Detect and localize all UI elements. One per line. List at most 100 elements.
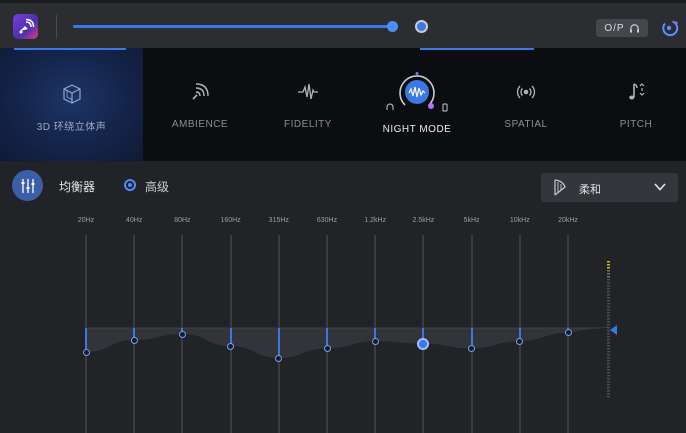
eq-slider-thumb[interactable]: [227, 342, 235, 350]
meter-segment: [607, 285, 610, 287]
meter-segment: [607, 288, 610, 290]
eq-slider-thumb[interactable]: [130, 336, 138, 344]
meter-segment: [607, 342, 610, 344]
meter-segment: [607, 261, 610, 263]
meter-segment: [607, 279, 610, 281]
volume-slider-track[interactable]: [73, 25, 393, 28]
meter-segment: [607, 291, 610, 293]
meter-segment: [607, 369, 610, 371]
tab-3d-surround[interactable]: 3D 环绕立体声: [0, 48, 143, 161]
meter-segment: [607, 267, 610, 269]
eq-freq-label: 5kHz: [463, 217, 480, 224]
eq-freq-label: 20kHz: [558, 217, 578, 224]
meter-segment: [607, 384, 610, 386]
level-marker-icon[interactable]: [610, 325, 617, 335]
volume-max-indicator: [415, 20, 428, 33]
waveform-icon: [298, 83, 318, 100]
eq-freq-label: 315Hz: [268, 217, 289, 224]
meter-segment: [607, 282, 610, 284]
cube-icon: [62, 84, 81, 104]
meter-segment: [607, 321, 610, 323]
eq-slider-thumb[interactable]: [82, 348, 90, 356]
output-button[interactable]: O/P: [596, 19, 648, 37]
eq-slider-thumb[interactable]: [178, 330, 186, 338]
eq-slider-thumb[interactable]: [417, 337, 430, 350]
meter-segment: [607, 273, 610, 275]
tab-night-mode[interactable]: NIGHT MODE: [367, 48, 467, 161]
meter-segment: [607, 300, 610, 302]
tab-night-mode-label: NIGHT MODE: [382, 124, 452, 135]
meter-segment: [607, 351, 610, 353]
preset-value: 柔和: [579, 184, 601, 196]
ambience-icon: [192, 83, 209, 100]
tab-3d-label: 3D 环绕立体声: [36, 122, 107, 133]
tab-spatial-label: SPATIAL: [504, 119, 548, 130]
output-button-label: O/P: [604, 22, 625, 34]
meter-segment: [607, 339, 610, 341]
power-icon[interactable]: [660, 18, 680, 38]
meter-segment: [607, 363, 610, 365]
eq-freq-label: 10kHz: [509, 217, 530, 224]
meter-segment: [607, 264, 610, 266]
meter-segment: [607, 390, 610, 392]
meter-segment: [607, 306, 610, 308]
meter-segment: [607, 294, 610, 296]
eq-freq-label: 630Hz: [316, 217, 338, 224]
meter-segment: [607, 366, 610, 368]
meter-segment: [607, 309, 610, 311]
harp-icon: [554, 179, 566, 196]
meter-segment: [607, 396, 610, 398]
tab-3d-indicator: [14, 48, 126, 50]
eq-freq-label: 160Hz: [220, 217, 241, 224]
speaker-wave-logo-icon[interactable]: [13, 14, 38, 39]
equalizer-toggle-button[interactable]: [12, 170, 43, 201]
tab-pitch[interactable]: PITCH: [586, 48, 686, 161]
meter-segment: [607, 276, 610, 278]
eq-slider-thumb[interactable]: [468, 344, 476, 352]
meter-segment: [607, 375, 610, 377]
eq-response-curve: [86, 326, 608, 358]
preset-dropdown[interactable]: 柔和: [541, 173, 678, 202]
eq-curve-area: [86, 326, 608, 358]
chevron-down-icon: [654, 183, 666, 191]
eq-freq-label: 20Hz: [77, 217, 95, 224]
tab-spatial[interactable]: SPATIAL: [476, 48, 576, 161]
meter-segment: [607, 303, 610, 305]
pitch-icon: [629, 83, 645, 100]
headphones-icon: [629, 23, 639, 33]
advanced-label[interactable]: 高级: [145, 178, 169, 195]
meter-segment: [607, 348, 610, 350]
meter-segment: [607, 393, 610, 395]
meter-segment: [607, 297, 610, 299]
tab-ambience-label: AMBIENCE: [171, 119, 229, 130]
meter-segment: [607, 387, 610, 389]
meter-segment: [607, 357, 610, 359]
meter-segment: [607, 318, 610, 320]
night-mode-dial-icon: [386, 72, 448, 112]
meter-segment: [607, 381, 610, 383]
effects-row: 3D 环绕立体声 AMBIENCE FIDELITY NIGHT MODE SP…: [0, 48, 686, 161]
meter-segment: [607, 270, 610, 272]
eq-slider-thumb[interactable]: [275, 354, 283, 362]
volume-slider-thumb[interactable]: [387, 21, 398, 32]
equalizer-graph: 20Hz 40Hz 80Hz 160Hz 315Hz 630Hz 1.2kHz 2.5kHz 5…: [0, 211, 686, 433]
tab-ambience[interactable]: AMBIENCE: [150, 48, 250, 161]
eq-freq-label: 80Hz: [174, 217, 191, 224]
advanced-radio[interactable]: [124, 179, 136, 191]
eq-slider-thumb[interactable]: [564, 329, 572, 337]
tab-fidelity-label: FIDELITY: [284, 119, 332, 130]
eq-slider-thumb[interactable]: [516, 337, 524, 345]
meter-segment: [607, 378, 610, 380]
tab-pitch-label: PITCH: [619, 119, 653, 130]
meter-segment: [607, 312, 610, 314]
eq-freq-label: 2.5kHz: [412, 217, 435, 224]
meter-segment: [607, 354, 610, 356]
meter-segment: [607, 372, 610, 374]
equalizer-sliders-icon: [21, 178, 34, 193]
meter-segment: [607, 315, 610, 317]
eq-slider-thumb[interactable]: [371, 337, 379, 345]
tab-fidelity[interactable]: FIDELITY: [258, 48, 358, 161]
eq-slider-thumb[interactable]: [323, 344, 331, 352]
eq-freq-label: 40Hz: [126, 217, 143, 224]
equalizer-title: 均衡器: [59, 180, 96, 194]
